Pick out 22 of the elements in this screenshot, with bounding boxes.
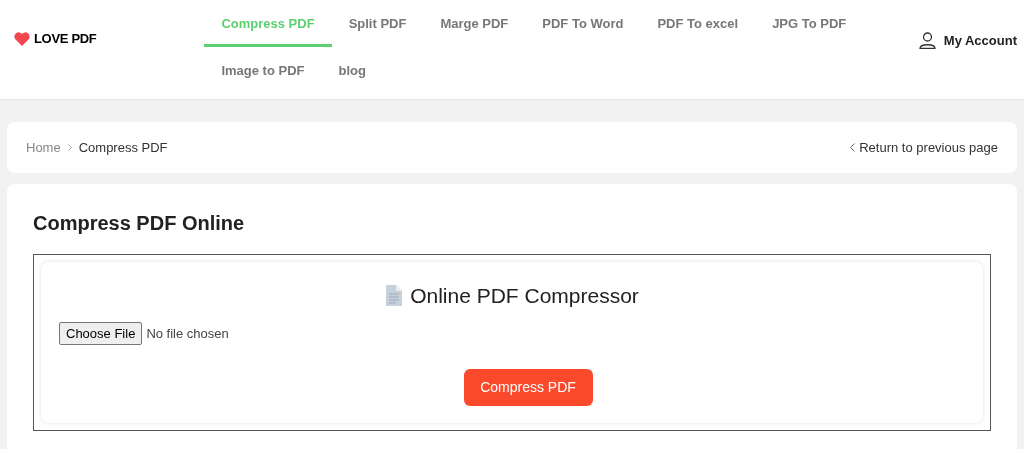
nav-link[interactable]: Image to PDF [204,46,322,93]
user-icon [918,32,936,50]
account-link[interactable]: My Account [918,31,1017,51]
file-status-text: No file chosen [146,324,229,343]
nav-link[interactable]: PDF To excel [640,0,756,47]
page-title: Compress PDF Online [33,211,246,236]
breadcrumb-link[interactable]: Compress PDF [78,137,168,158]
nav-link[interactable]: Marge PDF [423,0,526,47]
breadcrumb-link[interactable]: Home [26,137,61,158]
tool-heading: Online PDF Compressor [410,283,639,309]
nav-link[interactable]: JPG To PDF [755,0,864,47]
chevron-left-icon [850,143,856,152]
nav-link[interactable]: blog [321,46,383,93]
compress-button[interactable]: Compress PDF [463,369,593,406]
nav-link[interactable]: PDF To Word [525,0,641,47]
heart-icon [14,31,30,46]
chevron-right-icon [67,144,72,151]
logo[interactable]: LOVE PDF [14,29,97,49]
nav-link[interactable]: Split PDF [331,0,424,47]
document-icon [385,285,403,307]
back-link[interactable]: Return to previous page [850,137,998,158]
choose-file-button[interactable]: Choose File [59,321,143,345]
